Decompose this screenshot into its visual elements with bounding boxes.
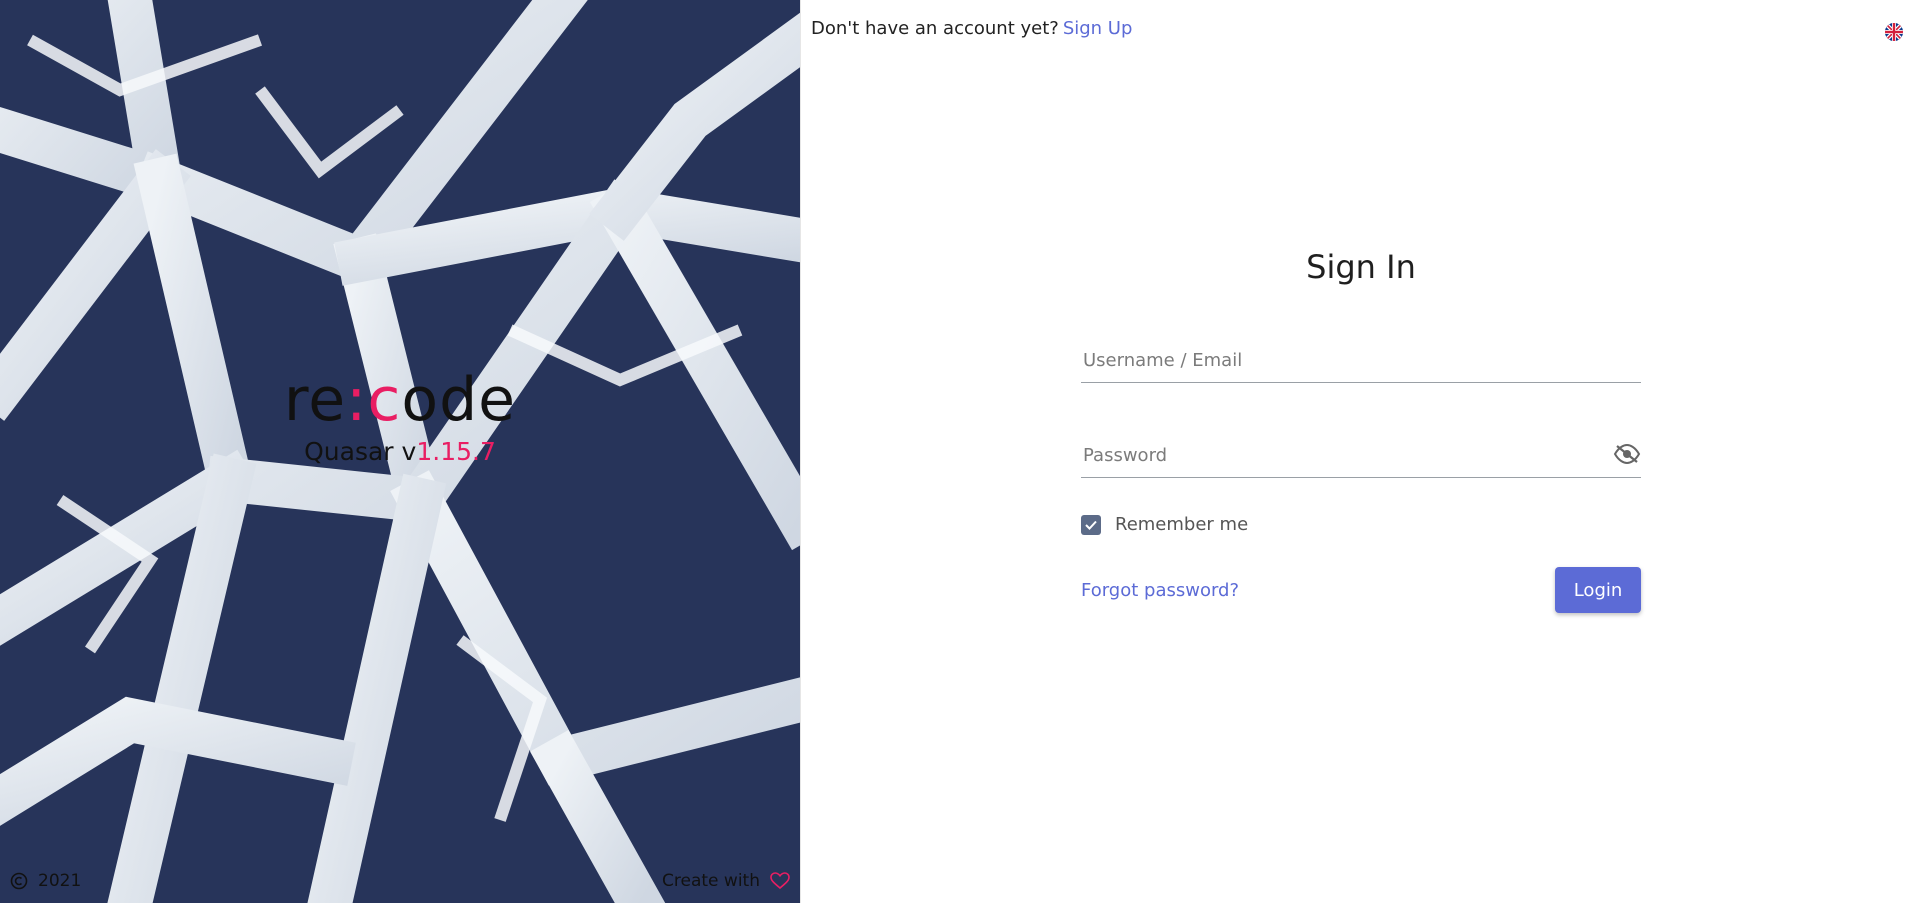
page-title: Sign In <box>1306 248 1416 286</box>
signup-link[interactable]: Sign Up <box>1063 18 1133 39</box>
hero-footer: 2021 Create with <box>10 869 790 893</box>
version-prefix: Quasar v <box>304 437 417 466</box>
form-actions: Forgot password? Login <box>1081 567 1641 613</box>
logo-prefix: re <box>283 365 347 435</box>
heart-icon <box>770 872 790 890</box>
signup-question: Don't have an account yet? <box>811 18 1059 39</box>
copyright: 2021 <box>10 871 81 891</box>
remember-me[interactable]: Remember me <box>1081 514 1641 535</box>
brand-logo: re:code <box>0 370 800 430</box>
uk-flag-icon <box>1885 23 1903 41</box>
copyright-icon <box>10 872 28 890</box>
username-input[interactable] <box>1081 349 1591 372</box>
remember-checkbox[interactable] <box>1081 514 1101 535</box>
password-field[interactable] <box>1081 425 1641 478</box>
copyright-year: 2021 <box>38 871 82 891</box>
username-field[interactable] <box>1081 330 1641 383</box>
create-with: Create with <box>662 871 790 891</box>
version-number: 1.15.7 <box>416 437 496 466</box>
visibility-off-icon[interactable] <box>1613 443 1641 465</box>
check-icon <box>1085 520 1097 530</box>
forgot-password-link[interactable]: Forgot password? <box>1081 580 1239 601</box>
create-with-text: Create with <box>662 871 760 891</box>
hero-panel: re:code Quasar v1.15.7 2021 Create with <box>0 0 800 903</box>
logo-accent: :c <box>346 365 402 435</box>
sign-in-form: Sign In Remember me Forgot password? Log… <box>1081 248 1641 613</box>
auth-panel: Don't have an account yet? Sign Up Sign I… <box>800 0 1920 903</box>
login-button[interactable]: Login <box>1555 567 1641 613</box>
brand-block: re:code Quasar v1.15.7 <box>0 370 800 466</box>
password-input[interactable] <box>1081 444 1591 467</box>
version-label: Quasar v1.15.7 <box>0 438 800 466</box>
signup-prompt: Don't have an account yet? Sign Up <box>811 18 1132 39</box>
logo-suffix: ode <box>401 365 517 435</box>
language-selector[interactable] <box>1885 23 1903 41</box>
remember-label: Remember me <box>1115 514 1249 535</box>
